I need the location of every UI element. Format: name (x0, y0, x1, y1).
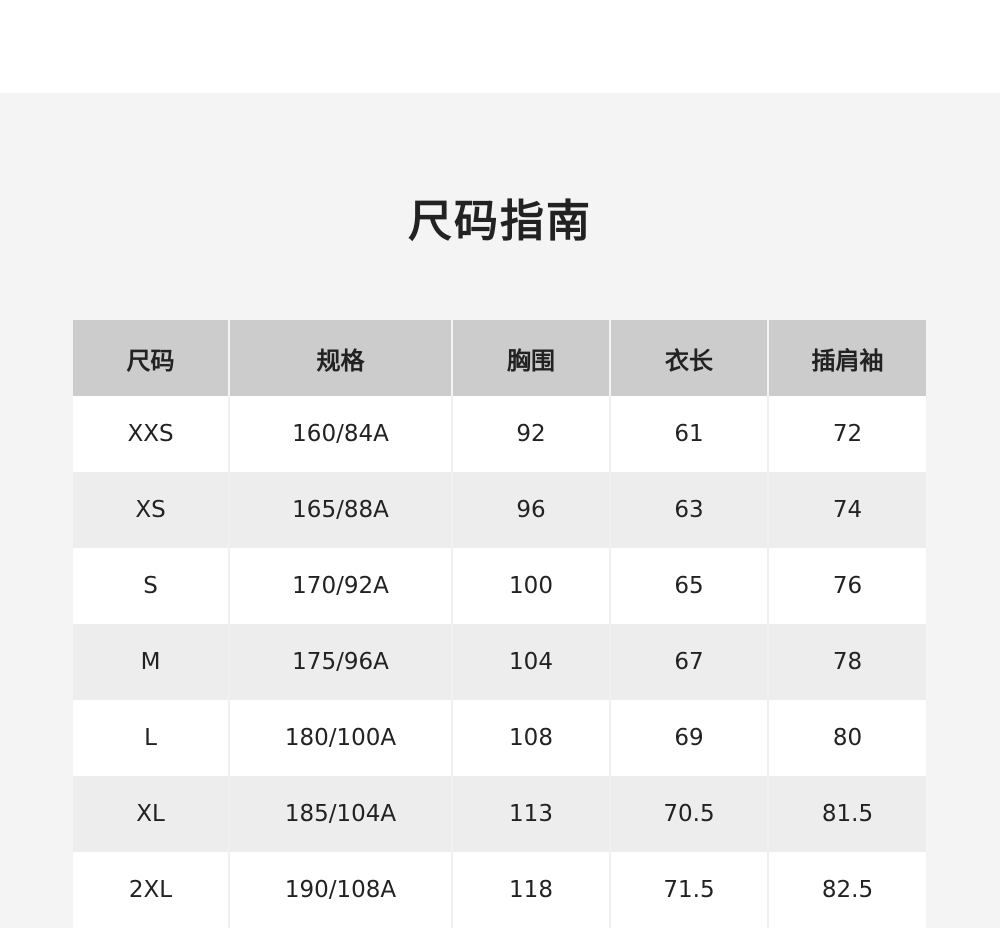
table-row: XXS 160/84A 92 61 72 (73, 396, 926, 472)
cell-chest: 108 (451, 700, 610, 776)
cell-sleeve: 80 (767, 700, 926, 776)
header-spec: 规格 (228, 320, 452, 396)
size-table: 尺码 规格 胸围 衣长 插肩袖 XXS 160/84A 92 61 72 XS … (73, 320, 926, 928)
cell-length: 61 (609, 396, 768, 472)
cell-length: 65 (609, 548, 768, 624)
header-sleeve: 插肩袖 (767, 320, 926, 396)
table-header-row: 尺码 规格 胸围 衣长 插肩袖 (73, 320, 926, 396)
table-row: M 175/96A 104 67 78 (73, 624, 926, 700)
cell-spec: 180/100A (228, 700, 452, 776)
cell-size: XS (73, 472, 229, 548)
cell-chest: 96 (451, 472, 610, 548)
cell-spec: 160/84A (228, 396, 452, 472)
cell-sleeve: 74 (767, 472, 926, 548)
table-row: 2XL 190/108A 118 71.5 82.5 (73, 852, 926, 928)
header-length: 衣长 (609, 320, 768, 396)
cell-size: XL (73, 776, 229, 852)
cell-chest: 113 (451, 776, 610, 852)
cell-chest: 118 (451, 852, 610, 928)
cell-spec: 175/96A (228, 624, 452, 700)
cell-length: 69 (609, 700, 768, 776)
cell-chest: 104 (451, 624, 610, 700)
cell-size: 2XL (73, 852, 229, 928)
header-size: 尺码 (73, 320, 229, 396)
cell-size: S (73, 548, 229, 624)
cell-sleeve: 78 (767, 624, 926, 700)
cell-length: 67 (609, 624, 768, 700)
cell-sleeve: 76 (767, 548, 926, 624)
cell-chest: 92 (451, 396, 610, 472)
cell-size: M (73, 624, 229, 700)
cell-spec: 165/88A (228, 472, 452, 548)
table-row: S 170/92A 100 65 76 (73, 548, 926, 624)
page-title: 尺码指南 (408, 196, 592, 247)
header-chest: 胸围 (451, 320, 610, 396)
cell-sleeve: 82.5 (767, 852, 926, 928)
table-row: L 180/100A 108 69 80 (73, 700, 926, 776)
cell-sleeve: 72 (767, 396, 926, 472)
cell-chest: 100 (451, 548, 610, 624)
cell-size: L (73, 700, 229, 776)
cell-length: 63 (609, 472, 768, 548)
cell-spec: 185/104A (228, 776, 452, 852)
cell-length: 71.5 (609, 852, 768, 928)
cell-spec: 170/92A (228, 548, 452, 624)
cell-sleeve: 81.5 (767, 776, 926, 852)
table-row: XS 165/88A 96 63 74 (73, 472, 926, 548)
table-row: XL 185/104A 113 70.5 81.5 (73, 776, 926, 852)
top-whitespace (0, 0, 1000, 93)
cell-spec: 190/108A (228, 852, 452, 928)
cell-size: XXS (73, 396, 229, 472)
cell-length: 70.5 (609, 776, 768, 852)
